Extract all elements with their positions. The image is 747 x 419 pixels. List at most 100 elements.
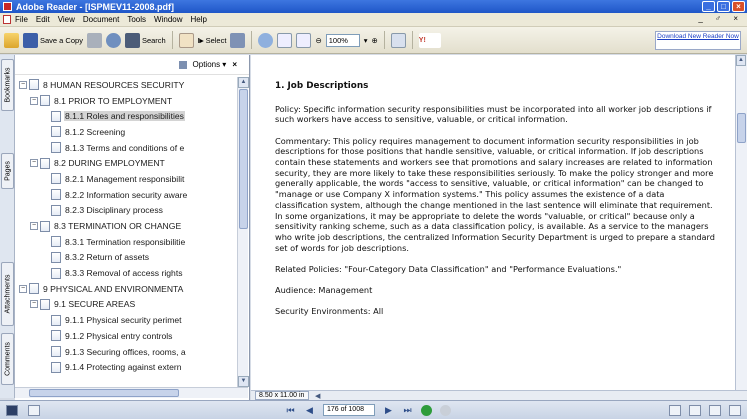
collapse-toggle-icon[interactable]: −	[30, 96, 38, 105]
document-scrollbar[interactable]: ▲	[735, 55, 747, 390]
bookmark-item[interactable]: 9.1.1 Physical security perimet	[15, 312, 239, 328]
maximize-button[interactable]: □	[717, 1, 730, 12]
bookmark-label: 8.3.3 Removal of access rights	[65, 268, 183, 279]
search-button[interactable]: Search	[124, 32, 166, 48]
bookmark-item[interactable]: − 8.2 DURING EMPLOYMENT	[15, 155, 239, 171]
bookmark-item[interactable]: − 9.1 SECURE AREAS	[15, 297, 239, 313]
email-icon[interactable]	[105, 32, 121, 48]
previous-page-icon[interactable]: ◀	[304, 405, 315, 416]
bookmark-label: 8.3 TERMINATION OR CHANGE	[54, 221, 182, 232]
close-button[interactable]: ×	[732, 1, 745, 12]
next-page-icon[interactable]: ▶	[383, 405, 394, 416]
single-page-icon[interactable]	[669, 405, 681, 416]
section-heading: 1. Job Descriptions	[275, 81, 369, 91]
bookmark-item[interactable]: − 9 PHYSICAL AND ENVIRONMENTA	[15, 281, 239, 297]
last-page-icon[interactable]: ⏭	[402, 405, 413, 416]
bookmark-item[interactable]: 8.2.3 Disciplinary process	[15, 203, 239, 219]
bookmark-label: 9.1.3 Securing offices, rooms, a	[65, 346, 186, 357]
collapse-toggle-icon[interactable]: −	[30, 159, 38, 168]
bookmark-item[interactable]: 8.3.3 Removal of access rights	[15, 265, 239, 281]
scroll-up-icon[interactable]: ▲	[238, 77, 249, 88]
go-forward-icon[interactable]	[440, 404, 451, 416]
continuous-page-icon[interactable]	[689, 405, 701, 416]
collapse-toggle-icon[interactable]: −	[19, 284, 27, 293]
snapshot-icon[interactable]	[230, 32, 246, 48]
scroll-thumb[interactable]	[239, 89, 248, 229]
bookmark-item[interactable]: 9.1.5 Working in secure areas	[15, 375, 239, 377]
menu-help[interactable]: Help	[191, 15, 207, 24]
print-icon[interactable]	[86, 32, 102, 48]
tab-attachments[interactable]: Attachments	[1, 262, 14, 326]
bookmarks-horizontal-scrollbar[interactable]	[15, 387, 248, 398]
zoom-input[interactable]: 100%	[325, 33, 360, 47]
options-menu-button[interactable]: Options ▾	[193, 60, 227, 69]
scroll-left-icon[interactable]: ◀	[315, 392, 320, 400]
horizontal-scroll-thumb[interactable]	[29, 389, 179, 397]
document-window-controls[interactable]: _ ♂ ×	[698, 14, 743, 23]
actual-size-icon[interactable]	[277, 32, 293, 48]
bookmark-item[interactable]: 8.1.1 Roles and responsibilities	[15, 108, 239, 124]
bookmark-item[interactable]: 8.2.1 Management responsibilit	[15, 171, 239, 187]
tab-pages[interactable]: Pages	[1, 153, 14, 189]
bookmark-item[interactable]: − 8.1 PRIOR TO EMPLOYMENT	[15, 93, 239, 109]
page-number-input[interactable]: 176 of 1008	[323, 404, 375, 416]
panel-toggle-icon[interactable]	[6, 405, 18, 416]
go-back-icon[interactable]	[421, 404, 432, 416]
adobe-reader-icon	[3, 2, 12, 11]
bookmark-label: 8.2 DURING EMPLOYMENT	[54, 158, 165, 169]
yahoo-toolbar-icon[interactable]: Y!	[418, 32, 441, 48]
continuous-facing-icon[interactable]	[729, 405, 741, 416]
menu-tools[interactable]: Tools	[127, 15, 146, 24]
download-new-reader-link[interactable]: Download New Reader Now	[655, 31, 741, 50]
bookmark-item[interactable]: − 8.3 TERMINATION OR CHANGE	[15, 218, 239, 234]
scroll-down-icon[interactable]: ▼	[238, 376, 249, 387]
bookmark-item[interactable]: 8.1.3 Terms and conditions of e	[15, 140, 239, 156]
bookmark-item[interactable]: 8.3.2 Return of assets	[15, 250, 239, 266]
chevron-down-icon[interactable]: ▾	[364, 36, 368, 45]
document-icon[interactable]	[3, 15, 11, 24]
commentary-paragraph: Commentary: This policy requires managem…	[275, 135, 715, 253]
save-icon	[23, 32, 38, 48]
document-status-bar: 8.50 x 11.00 in ◀	[251, 390, 747, 400]
bookmark-item[interactable]: 9.1.4 Protecting against extern	[15, 359, 239, 375]
bookmark-item[interactable]: 8.2.2 Information security aware	[15, 187, 239, 203]
bookmark-page-icon	[40, 157, 50, 169]
zoom-tool-icon[interactable]	[258, 32, 274, 48]
fit-width-icon[interactable]	[296, 32, 312, 48]
bookmark-item[interactable]: 9.1.2 Physical entry controls	[15, 328, 239, 344]
bookmark-item[interactable]: 8.3.1 Termination responsibilitie	[15, 234, 239, 250]
tab-comments[interactable]: Comments	[1, 333, 14, 385]
close-panel-icon[interactable]: ×	[232, 60, 237, 69]
save-copy-button[interactable]: Save a Copy	[23, 32, 83, 48]
menu-file[interactable]: File	[15, 15, 28, 24]
zoom-out-icon[interactable]: ⊖	[315, 36, 321, 45]
facing-pages-icon[interactable]	[709, 405, 721, 416]
tab-comments-label: Comments	[4, 342, 11, 376]
bookmark-item[interactable]: 9.1.3 Securing offices, rooms, a	[15, 344, 239, 360]
doc-scroll-thumb[interactable]	[737, 113, 746, 143]
bookmark-label: 8.2.1 Management responsibilit	[65, 173, 185, 184]
minimize-button[interactable]: _	[702, 1, 715, 12]
bookmark-label: 9.1.1 Physical security perimet	[65, 315, 182, 326]
first-page-icon[interactable]: ⏮	[285, 405, 296, 416]
thumbnail-icon[interactable]	[28, 405, 40, 416]
hand-tool-icon[interactable]	[178, 32, 194, 48]
doc-scroll-up-icon[interactable]: ▲	[736, 55, 746, 66]
collapse-toggle-icon[interactable]: −	[30, 300, 38, 309]
rotate-view-icon[interactable]	[390, 32, 406, 48]
bookmark-page-icon	[51, 346, 61, 358]
menu-document[interactable]: Document	[83, 15, 119, 24]
collapse-toggle-icon[interactable]: −	[30, 222, 38, 231]
menu-window[interactable]: Window	[154, 15, 182, 24]
bookmark-label: 8.2.3 Disciplinary process	[65, 205, 163, 216]
collapse-toggle-icon[interactable]: −	[19, 80, 27, 89]
bookmarks-scrollbar[interactable]: ▲ ▼	[237, 77, 249, 387]
zoom-in-icon[interactable]: ⊕	[372, 36, 378, 45]
bookmark-item[interactable]: 8.1.2 Screening	[15, 124, 239, 140]
tab-bookmarks[interactable]: Bookmarks	[1, 59, 14, 111]
bookmark-item[interactable]: − 8 HUMAN RESOURCES SECURITY	[15, 77, 239, 93]
menu-edit[interactable]: Edit	[36, 15, 50, 24]
menu-view[interactable]: View	[58, 15, 75, 24]
open-folder-icon[interactable]	[4, 32, 19, 48]
select-tool-button[interactable]: I▸ Select	[198, 36, 227, 45]
